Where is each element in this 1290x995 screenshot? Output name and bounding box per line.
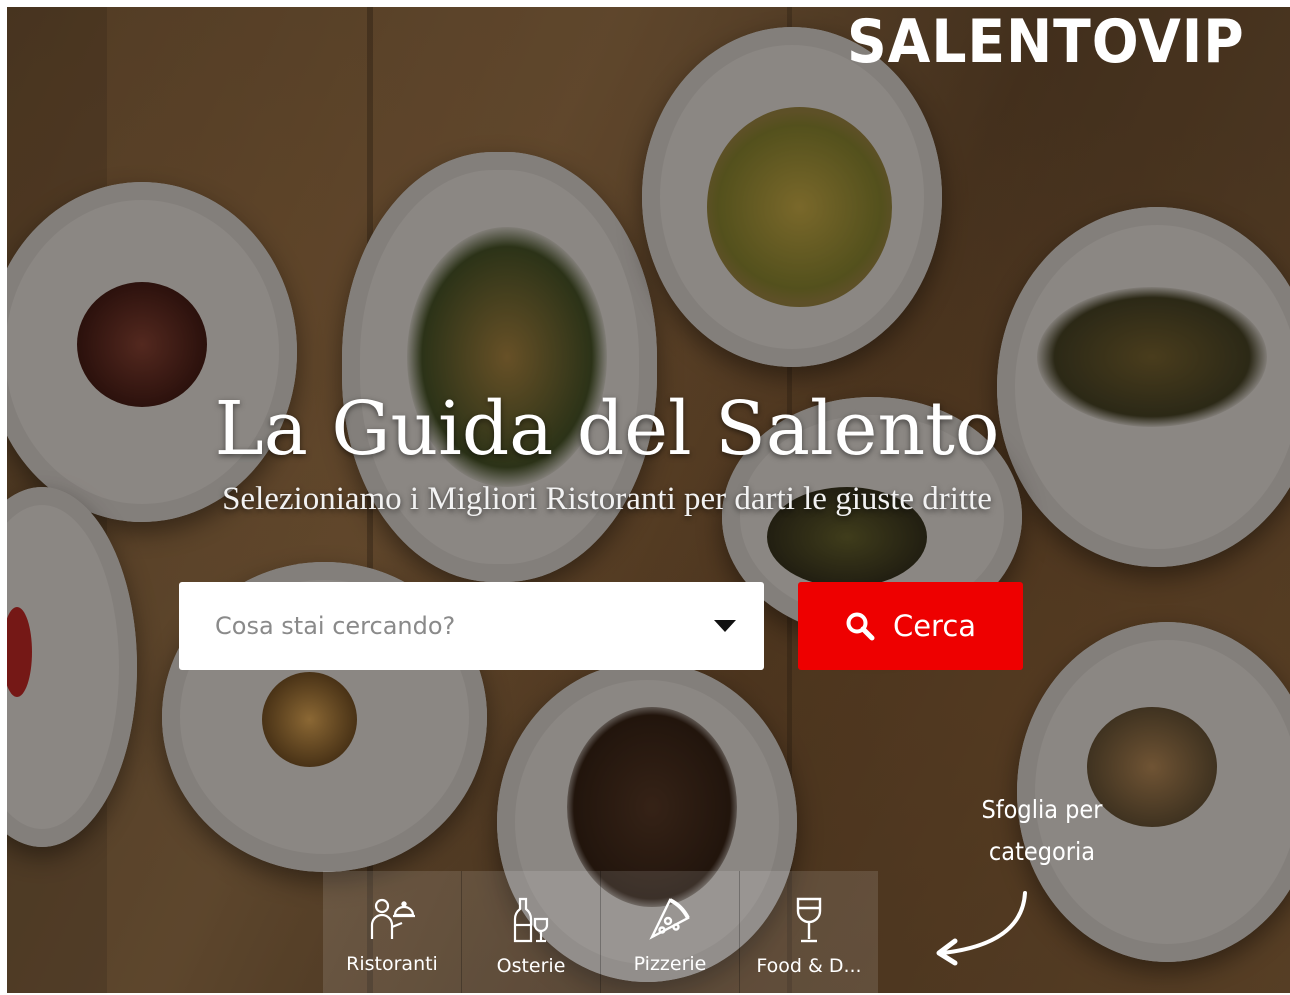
wine-bottle-glass-icon <box>513 897 549 943</box>
brand-logo[interactable]: SALENTOVIP <box>847 7 1245 77</box>
curved-arrow-icon <box>936 891 1027 966</box>
category-food-drink[interactable]: Food & D... <box>740 871 878 993</box>
search-input[interactable] <box>215 582 695 670</box>
page-title: La Guida del Salento <box>214 386 1000 472</box>
search-button[interactable]: Cerca <box>798 582 1023 670</box>
category-label: Ristoranti <box>346 953 438 975</box>
wine-glass-icon <box>796 897 822 943</box>
category-pizzerie[interactable]: Pizzerie <box>601 871 740 993</box>
page-subtitle: Selezioniamo i Migliori Ristoranti per d… <box>222 481 992 517</box>
chevron-down-icon[interactable] <box>714 620 736 632</box>
category-label: Osterie <box>496 955 566 977</box>
search-button-label: Cerca <box>892 609 977 643</box>
search-icon <box>846 612 875 641</box>
category-label: Pizzerie <box>633 953 707 975</box>
browse-hint-line2: categoria <box>988 837 1096 866</box>
search-field[interactable] <box>179 582 764 670</box>
browse-hint-line1: Sfoglia per <box>981 795 1103 824</box>
category-osterie[interactable]: Osterie <box>462 871 601 993</box>
hero-section: SALENTOVIP La Guida del Salento Selezion… <box>7 7 1290 993</box>
pizza-slice-icon <box>649 898 690 940</box>
category-ristoranti[interactable]: Ristoranti <box>323 871 462 993</box>
category-label: Food & D... <box>756 955 862 977</box>
waiter-cloche-icon <box>370 898 415 939</box>
category-bar: Ristoranti Osterie Pizzerie Food & D... <box>323 871 878 993</box>
browse-hint: Sfoglia per categoria <box>966 789 1119 873</box>
